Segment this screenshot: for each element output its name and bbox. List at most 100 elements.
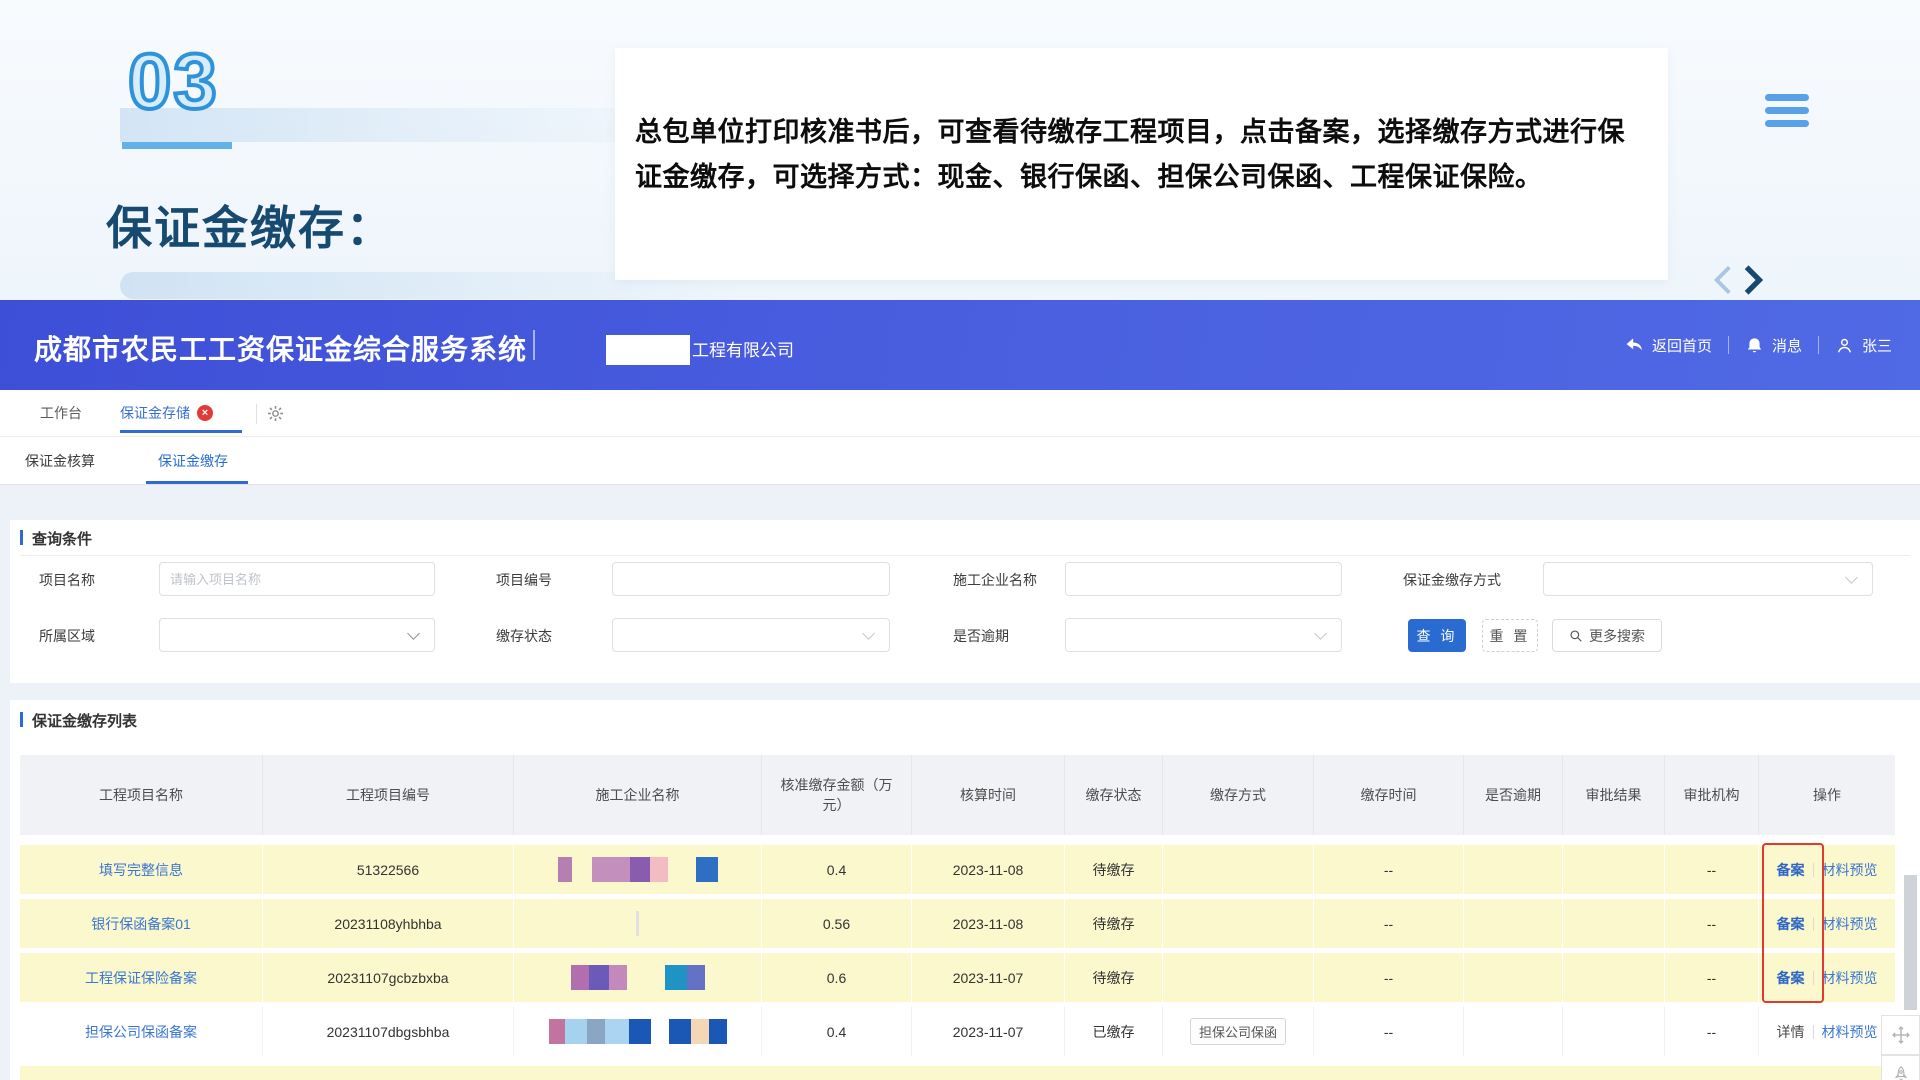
calc-date-cell: 2023-11-07 [912,1007,1065,1056]
action-divider [1813,863,1814,877]
project-name-link[interactable]: 担保公司保函备案 [85,1022,197,1042]
beian-action[interactable]: 备案 [1777,860,1805,880]
project-name-cell: 填写完整信息 [20,845,263,894]
project-code-cell: 20231107dbgsbhba [263,1007,514,1056]
detail-action[interactable]: 详情 [1777,1022,1805,1042]
reset-button[interactable]: 重 置 [1482,619,1538,652]
carousel-prev-icon[interactable] [1708,263,1738,297]
overdue-cell [1464,1007,1563,1056]
user-menu[interactable]: 张三 [1835,335,1892,356]
company-name-label: 施工企业名称 [953,570,1037,590]
username: 张三 [1862,335,1892,356]
header-nav-divider [1818,336,1819,354]
subtab-deposit-check[interactable]: 保证金核算 [25,437,95,484]
page: 03 保证金缴存： 总包单位打印核准书后，可查看待缴存工程项目，点击备案，选择缴… [0,0,1920,1080]
overdue-label: 是否逾期 [953,626,1009,646]
overdue-select[interactable] [1065,618,1342,652]
overdue-cell [1464,899,1563,948]
rocket-icon [1892,1065,1910,1080]
project-name-link[interactable]: 工程保证保险备案 [85,968,197,988]
project-code-cell: 20231108yhbhba [263,899,514,948]
tab-deposit-storage[interactable]: 保证金存储 × [120,390,213,436]
method-tag: 担保公司保函 [1190,1018,1286,1045]
project-name-link[interactable]: 填写完整信息 [99,860,183,880]
action-divider [1813,917,1814,931]
column-header: 核准缴存金额（万元） [762,755,912,835]
move-tool-button[interactable] [1881,1015,1920,1055]
page-title: 保证金缴存： [106,192,394,258]
project-name-cell: 担保公司保函备案 [20,1007,263,1056]
redacted-company-block [565,1019,587,1044]
company-name: 工程有限公司 [692,336,794,361]
messages-button[interactable]: 消息 [1745,335,1802,356]
column-header: 审批机构 [1665,755,1759,835]
result-cell [1563,845,1665,894]
material-preview-action[interactable]: 材料预览 [1822,968,1878,988]
move-icon [1891,1025,1911,1045]
back-home-button[interactable]: 返回首页 [1624,335,1712,356]
redacted-company-block [630,857,650,882]
tab-close-icon[interactable]: × [197,405,213,421]
status-cell: 已缴存 [1065,1007,1163,1056]
agency-cell: -- [1665,845,1759,894]
menu-icon[interactable] [1765,94,1809,127]
redacted-company-block [650,857,668,882]
gear-icon[interactable] [266,404,285,423]
redacted-company-block [687,965,705,990]
redacted-company-block [587,1019,605,1044]
overdue-cell [1464,953,1563,1002]
project-name-cell: 工程保证保险备案 [20,953,263,1002]
amount-cell: 0.4 [762,1007,912,1056]
column-header: 工程项目编号 [263,755,514,835]
carousel-next-icon[interactable] [1738,263,1768,297]
redacted-company-block [609,965,627,990]
company-name-input[interactable] [1065,562,1342,596]
redacted-company-block [589,965,609,990]
result-cell [1563,1007,1665,1056]
company-name-redaction [606,335,690,365]
search-button[interactable]: 查 询 [1408,619,1466,652]
status-cell: 待缴存 [1065,899,1163,948]
project-name-link[interactable]: 银行保函备案01 [91,914,191,934]
query-section-title: 查询条件 [32,528,92,549]
column-header: 缴存时间 [1314,755,1464,835]
project-code-cell: 20231107gcbzbxba [263,953,514,1002]
pay-time-cell: -- [1314,953,1464,1002]
subtab-deposit-pay[interactable]: 保证金缴存 [158,437,228,484]
query-divider [20,555,1910,556]
tab-bar-divider [256,404,257,424]
project-code-input[interactable] [612,562,890,596]
deposit-method-label: 保证金缴存方式 [1403,570,1501,590]
material-preview-action[interactable]: 材料预览 [1822,1022,1878,1042]
beian-action[interactable]: 备案 [1777,968,1805,988]
material-preview-action[interactable]: 材料预览 [1822,914,1878,934]
tab-bar: 工作台 保证金存储 × [0,390,1920,437]
material-preview-action[interactable]: 材料预览 [1822,860,1878,880]
overdue-cell [1464,845,1563,894]
redacted-company-block [605,1019,629,1044]
tab-workbench[interactable]: 工作台 [40,390,82,436]
beian-action[interactable]: 备案 [1777,914,1805,934]
tutorial-hero: 03 保证金缴存： 总包单位打印核准书后，可查看待缴存工程项目，点击备案，选择缴… [0,0,1920,300]
redacted-company-block [636,911,639,936]
company-name-cell [514,845,762,894]
active-tab-underline [120,430,242,433]
action-divider [1813,1025,1814,1039]
chevron-down-icon [862,627,875,640]
table-header-row: 工程项目名称 工程项目编号 施工企业名称 核准缴存金额（万元） 核算时间 缴存状… [20,755,1895,835]
method-cell [1163,845,1314,894]
region-select[interactable] [159,618,435,652]
table-section-title: 保证金缴存列表 [32,710,137,731]
section-accent-bar [20,712,23,727]
deposit-method-select[interactable] [1543,562,1873,596]
vertical-scrollbar-thumb[interactable] [1904,875,1917,1010]
more-search-button[interactable]: 更多搜索 [1552,619,1662,652]
status-cell: 待缴存 [1065,845,1163,894]
agency-cell: -- [1665,899,1759,948]
pay-time-cell: -- [1314,845,1464,894]
project-name-input[interactable] [159,562,435,596]
deposit-status-select[interactable] [612,618,890,652]
rocket-tool-button[interactable] [1881,1055,1920,1080]
redacted-company-block [558,857,572,882]
header-nav-divider [1728,336,1729,354]
